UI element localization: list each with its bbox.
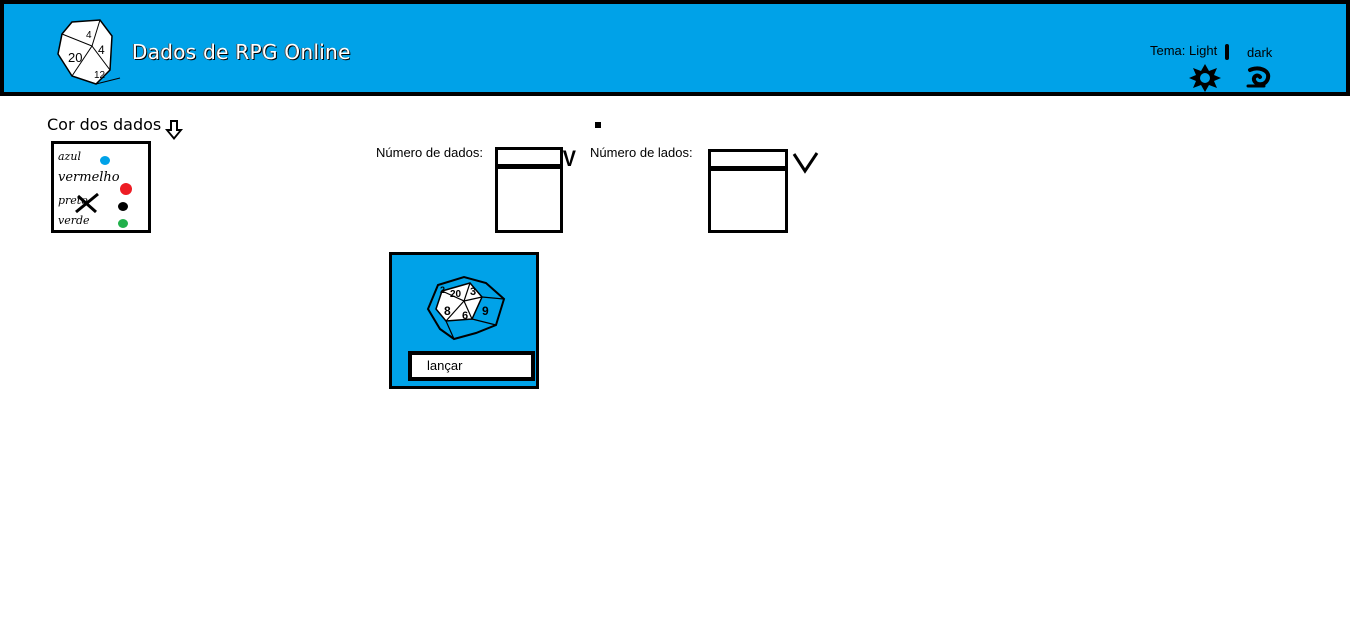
dark-theme-label[interactable]: dark [1247, 45, 1272, 60]
color-option-verde[interactable]: verde [58, 214, 90, 227]
app-header: 4 20 4 12 Dados de RPG Online Tema: Ligh… [0, 0, 1350, 96]
dice-color-label: Cor dos dados [47, 115, 162, 134]
roll-button[interactable]: lançar [408, 351, 535, 381]
dot-marker [595, 122, 601, 128]
d20-icon: 2 20 3 8 6 9 [426, 275, 506, 341]
down-arrow-icon[interactable] [164, 118, 184, 142]
d20-logo-icon: 4 20 4 12 [57, 19, 121, 85]
color-option-label: verde [58, 214, 90, 227]
color-option-label: vermelho [58, 170, 120, 185]
logo-number: 20 [68, 50, 82, 65]
die-number: 6 [462, 310, 468, 322]
logo-number: 4 [86, 30, 92, 41]
color-option-vermelho[interactable]: vermelho [58, 170, 120, 185]
color-swatch-green [118, 219, 128, 228]
color-swatch-blue [100, 156, 110, 165]
sides-count-label: Número de lados: [590, 145, 693, 160]
app-title: Dados de RPG Online [132, 40, 351, 64]
color-swatch-black [118, 202, 128, 211]
moon-icon[interactable] [1244, 64, 1274, 92]
cross-mark-icon [75, 192, 99, 214]
die-number: 8 [444, 304, 451, 318]
theme-separator [1225, 44, 1229, 60]
color-option-azul[interactable]: azul [58, 150, 81, 163]
die-number: 20 [450, 289, 462, 300]
logo-number: 4 [98, 43, 105, 57]
sides-count-select[interactable] [708, 149, 788, 233]
sun-icon[interactable] [1188, 62, 1222, 94]
die-number: 2 [440, 285, 445, 295]
die-number: 3 [470, 286, 476, 298]
dice-count-select[interactable] [495, 147, 563, 233]
color-option-label: azul [58, 150, 81, 163]
theme-label[interactable]: Tema: Light [1150, 43, 1217, 58]
roll-panel: 2 20 3 8 6 9 lançar [389, 252, 539, 389]
color-swatch-red [120, 183, 132, 195]
chevron-down-icon[interactable] [792, 150, 820, 174]
logo-number: 12 [94, 70, 106, 81]
dice-count-label: Número de dados: [376, 145, 483, 160]
chevron-down-icon[interactable]: V [563, 146, 576, 172]
die-number: 9 [482, 304, 489, 318]
dice-color-list[interactable]: azul vermelho preto verde [51, 141, 151, 233]
